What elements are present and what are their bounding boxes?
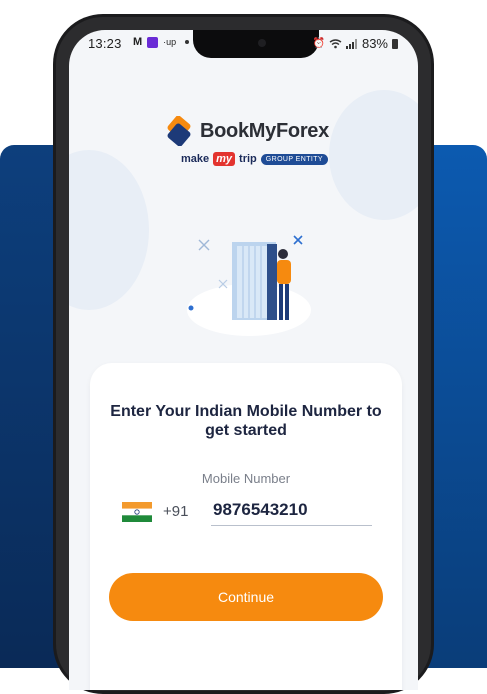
tagline-make: make (181, 153, 210, 165)
group-entity-badge: GROUP ENTITY (260, 153, 328, 165)
wifi-icon (329, 38, 342, 48)
india-flag-icon (122, 502, 152, 522)
dot-icon (185, 40, 190, 44)
login-title: Enter Your Indian Mobile Number to get s… (110, 403, 382, 439)
camera-lens (258, 39, 266, 47)
mobile-number-input[interactable] (211, 495, 372, 526)
tagline-trip: trip (239, 153, 257, 165)
status-bar: 13:23 M ·up ⏰ 83% (69, 30, 418, 58)
background-blob (69, 150, 149, 310)
status-left-icons: M ·up (133, 36, 190, 48)
battery-icon (392, 38, 398, 49)
up-icon: ·up (163, 37, 177, 47)
signal-icon (345, 38, 357, 49)
mobile-number-label: Mobile Number (201, 471, 291, 486)
brand-logo: BookMyForex (164, 116, 329, 146)
phone-screen: 13:23 M ·up ⏰ 83% BookMyForex make my tr… (69, 30, 418, 690)
alarm-icon: ⏰ (312, 38, 325, 49)
battery-percent: 83% (361, 36, 388, 51)
makemytrip-tagline: make my trip GROUP ENTITY (181, 152, 328, 166)
country-code: +91 (163, 503, 189, 520)
gmail-icon: M (133, 36, 143, 48)
bookmyforex-logo-icon (167, 116, 191, 146)
phone-frame: 13:23 M ·up ⏰ 83% BookMyForex make my tr… (53, 14, 434, 694)
login-card: Enter Your Indian Mobile Number to get s… (90, 363, 402, 690)
status-time: 13:23 (88, 36, 122, 51)
status-right-icons: ⏰ 83% (313, 36, 398, 51)
door-illustration (187, 235, 311, 336)
app-icon (147, 36, 159, 48)
background-blob (329, 90, 418, 220)
camera-notch (193, 30, 319, 58)
brand-name: BookMyForex (200, 119, 329, 142)
tagline-my: my (213, 152, 236, 166)
continue-button[interactable]: Continue (109, 573, 383, 621)
